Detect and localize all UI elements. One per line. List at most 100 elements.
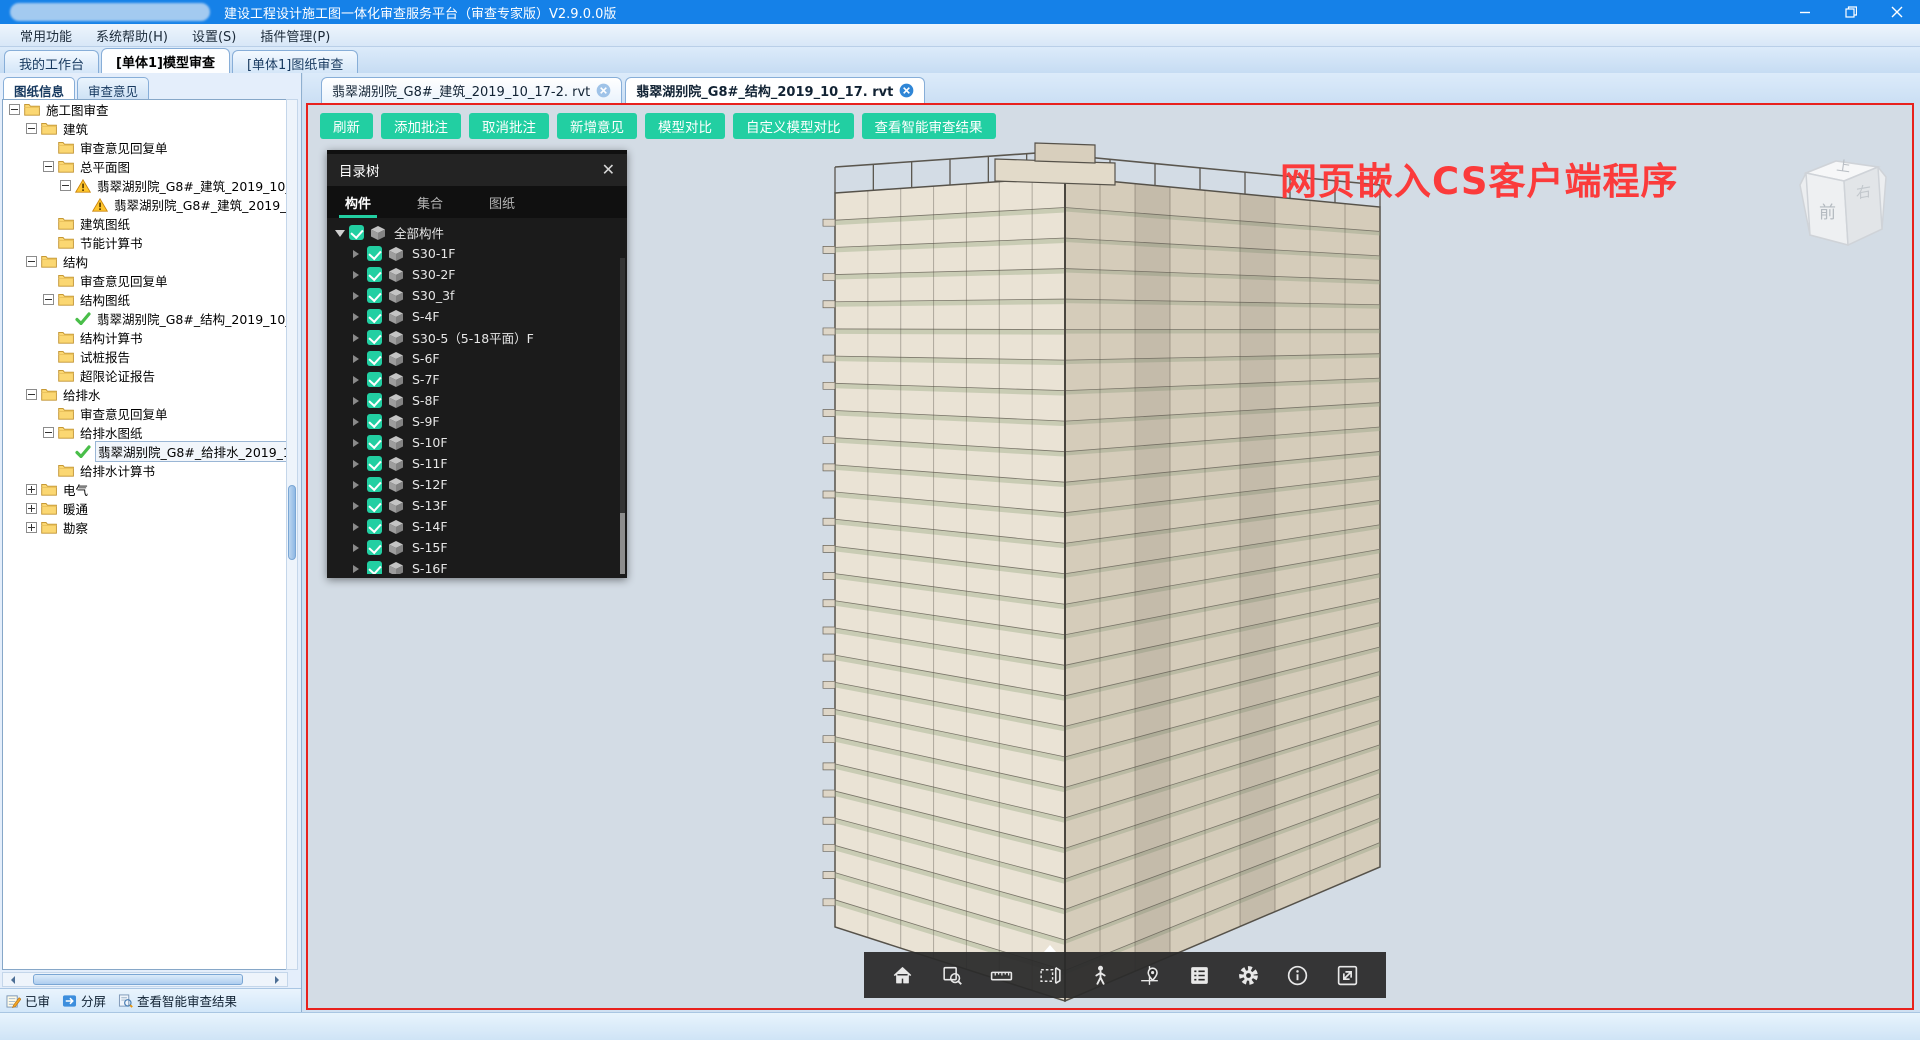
document-tab[interactable]: 翡翠湖别院_G8#_建筑_2019_10_17-2. rvt bbox=[321, 77, 622, 103]
tree-item-label[interactable]: 施工图审查 bbox=[44, 100, 111, 119]
tree-row[interactable]: 翡翠湖别院_G8#_结构_2019_10_17. r bbox=[3, 309, 287, 328]
catalog-item-label[interactable]: S-7F bbox=[412, 372, 440, 387]
checkbox-checked[interactable] bbox=[367, 330, 382, 345]
tab-close-icon[interactable] bbox=[899, 83, 914, 98]
caret-icon[interactable] bbox=[353, 397, 363, 405]
tree-row[interactable]: 审查意见回复单 bbox=[3, 271, 287, 290]
view-cube[interactable]: 上 前 右 bbox=[1786, 143, 1914, 253]
action-button-刷新[interactable]: 刷新 bbox=[320, 113, 373, 139]
catalog-item-label[interactable]: S-13F bbox=[412, 498, 448, 513]
catalog-item[interactable]: S-8F bbox=[327, 390, 627, 411]
catalog-tab[interactable]: 构件 bbox=[339, 186, 377, 218]
cube-face-right[interactable]: 右 bbox=[1856, 182, 1871, 203]
caret-icon[interactable] bbox=[353, 544, 363, 552]
caret-icon[interactable] bbox=[353, 292, 363, 300]
tree-row[interactable]: 结构 bbox=[3, 252, 287, 271]
status-button-smart-result[interactable]: 查看智能审查结果 bbox=[118, 991, 237, 1010]
action-button-模型对比[interactable]: 模型对比 bbox=[645, 113, 725, 139]
close-button[interactable] bbox=[1874, 0, 1920, 24]
tree-item-label[interactable]: 建筑图纸 bbox=[78, 214, 132, 233]
catalog-item[interactable]: S-10F bbox=[327, 432, 627, 453]
tree-item-label[interactable]: 节能计算书 bbox=[78, 233, 145, 252]
catalog-item-label[interactable]: S30-1F bbox=[412, 246, 456, 261]
left-panel-tab[interactable]: 图纸信息 bbox=[3, 77, 75, 99]
view-home-icon[interactable] bbox=[1912, 149, 1914, 175]
catalog-item-label[interactable]: S-16F bbox=[412, 561, 448, 574]
caret-icon[interactable] bbox=[353, 418, 363, 426]
catalog-item[interactable]: S-6F bbox=[327, 348, 627, 369]
tree-item-label[interactable]: 总平面图 bbox=[78, 157, 132, 176]
tree-row[interactable]: 建筑 bbox=[3, 119, 287, 138]
catalog-item-label[interactable]: S30-2F bbox=[412, 267, 456, 282]
catalog-item-label[interactable]: S-12F bbox=[412, 477, 448, 492]
tree-row[interactable]: 给排水 bbox=[3, 385, 287, 404]
status-button-splitscreen[interactable]: 分屏 bbox=[62, 991, 106, 1010]
tree-vertical-scrollbar[interactable] bbox=[286, 99, 298, 970]
catalog-item[interactable]: S30-2F bbox=[327, 264, 627, 285]
checkbox-checked[interactable] bbox=[367, 309, 382, 324]
tree-row[interactable]: 给排水计算书 bbox=[3, 461, 287, 480]
tree-item-label[interactable]: 暖通 bbox=[61, 499, 90, 518]
action-button-新增意见[interactable]: 新增意见 bbox=[557, 113, 637, 139]
tree-row[interactable]: 节能计算书 bbox=[3, 233, 287, 252]
catalog-item[interactable]: S-14F bbox=[327, 516, 627, 537]
catalog-item[interactable]: S-7F bbox=[327, 369, 627, 390]
catalog-item-label[interactable]: S-14F bbox=[412, 519, 448, 534]
menu-item-常用功能[interactable]: 常用功能 bbox=[8, 24, 84, 47]
checkbox-checked[interactable] bbox=[367, 372, 382, 387]
tree-item-label[interactable]: 试桩报告 bbox=[78, 347, 132, 366]
checkbox-checked[interactable] bbox=[367, 393, 382, 408]
checkbox-checked[interactable] bbox=[367, 267, 382, 282]
walkthrough-icon[interactable] bbox=[1085, 960, 1115, 990]
tree-item-label[interactable]: 审查意见回复单 bbox=[78, 271, 170, 290]
checkbox-checked[interactable] bbox=[367, 456, 382, 471]
status-button-reviewed[interactable]: 已审 bbox=[6, 991, 50, 1010]
action-button-添加批注[interactable]: 添加批注 bbox=[381, 113, 461, 139]
tree-row[interactable]: 给排水图纸 bbox=[3, 423, 287, 442]
document-tab[interactable]: 翡翠湖别院_G8#_结构_2019_10_17. rvt bbox=[625, 77, 925, 103]
catalog-item[interactable]: S30-5（5-18平面）F bbox=[327, 327, 627, 348]
catalog-item[interactable]: S-4F bbox=[327, 306, 627, 327]
catalog-item-label[interactable]: S-10F bbox=[412, 435, 448, 450]
cube-face-front[interactable]: 前 bbox=[1819, 203, 1836, 223]
tree-item-label[interactable]: 给排水 bbox=[61, 385, 103, 404]
menu-item-系统帮助(H)[interactable]: 系统帮助(H) bbox=[84, 24, 180, 47]
tree-hscroll-thumb[interactable] bbox=[33, 974, 243, 985]
tab-close-icon[interactable] bbox=[596, 83, 611, 98]
tree-row[interactable]: 翡翠湖别院_G8#_建筑_2019_10_17. r bbox=[3, 176, 287, 195]
collapse-icon[interactable] bbox=[26, 256, 37, 267]
action-button-取消批注[interactable]: 取消批注 bbox=[469, 113, 549, 139]
menu-item-设置(S)[interactable]: 设置(S) bbox=[180, 24, 248, 47]
tree-item-label[interactable]: 电气 bbox=[61, 480, 90, 499]
collapse-icon[interactable] bbox=[43, 161, 54, 172]
catalog-item[interactable]: S30-1F bbox=[327, 243, 627, 264]
expand-icon[interactable] bbox=[26, 503, 37, 514]
tree-item-label[interactable]: 结构计算书 bbox=[78, 328, 145, 347]
tree-vscroll-thumb[interactable] bbox=[288, 485, 296, 560]
checkbox-checked[interactable] bbox=[367, 435, 382, 450]
minimize-button[interactable] bbox=[1782, 0, 1828, 24]
collapse-icon[interactable] bbox=[9, 104, 20, 115]
tree-item-label[interactable]: 结构 bbox=[61, 252, 90, 271]
tree-row[interactable]: 总平面图 bbox=[3, 157, 287, 176]
catalog-item[interactable]: S30_3f bbox=[327, 285, 627, 306]
main-tab[interactable]: [单体1]图纸审查 bbox=[232, 50, 358, 73]
catalog-tab[interactable]: 图纸 bbox=[483, 186, 521, 218]
caret-icon[interactable] bbox=[353, 460, 363, 468]
caret-icon[interactable] bbox=[353, 271, 363, 279]
info-icon[interactable] bbox=[1283, 960, 1313, 990]
tree-row[interactable]: 试桩报告 bbox=[3, 347, 287, 366]
tree-item-label[interactable]: 建筑 bbox=[61, 119, 90, 138]
tree-row[interactable]: 翡翠湖别院_G8#_建筑_2019_10_1 bbox=[3, 195, 287, 214]
hscroll-right-arrow-icon[interactable] bbox=[275, 976, 283, 984]
tree-item-label[interactable]: 给排水计算书 bbox=[78, 461, 157, 480]
checkbox-checked[interactable] bbox=[367, 561, 382, 574]
catalog-scrollbar[interactable] bbox=[620, 258, 625, 574]
tree-row[interactable]: 超限论证报告 bbox=[3, 366, 287, 385]
catalog-item-label[interactable]: S30-5（5-18平面）F bbox=[412, 328, 534, 347]
tree-row[interactable]: 结构计算书 bbox=[3, 328, 287, 347]
checkbox-checked[interactable] bbox=[349, 225, 364, 240]
catalog-item-label[interactable]: S-6F bbox=[412, 351, 440, 366]
tree-item-label[interactable]: 翡翠湖别院_G8#_建筑_2019_10_1 bbox=[112, 195, 288, 214]
tree-item-label[interactable]: 给排水图纸 bbox=[78, 423, 145, 442]
